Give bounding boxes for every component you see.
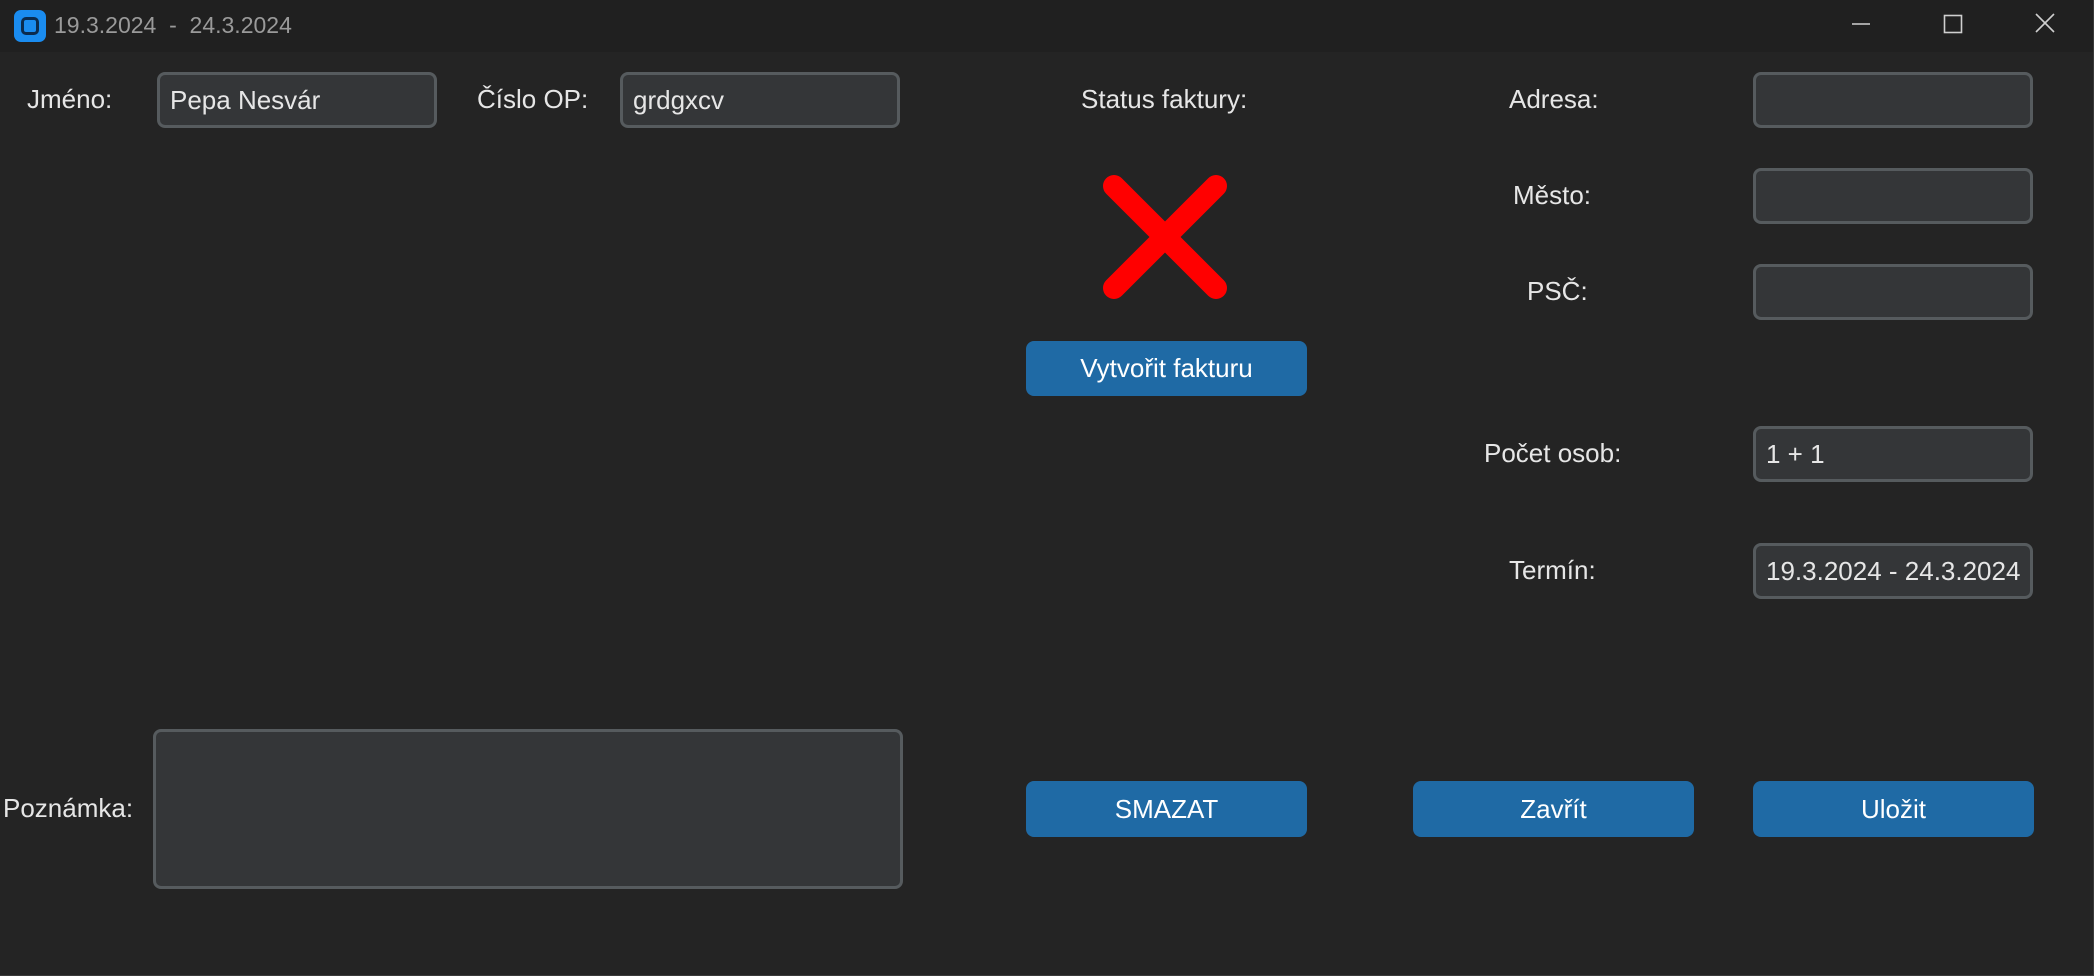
zip-field[interactable] bbox=[1753, 264, 2033, 320]
window-title: 19.3.2024 - 24.3.2024 bbox=[54, 12, 292, 38]
note-label: Poznámka: bbox=[3, 793, 134, 823]
minimize-button[interactable] bbox=[1815, 0, 1907, 48]
zip-label: PSČ: bbox=[1527, 276, 1588, 306]
invoice-status-label: Status faktury: bbox=[1081, 84, 1248, 114]
persons-field[interactable]: 1 + 1 bbox=[1753, 426, 2033, 482]
term-field[interactable]: 19.3.2024 - 24.3.2024 bbox=[1753, 543, 2033, 599]
city-label: Město: bbox=[1513, 180, 1592, 210]
close-icon bbox=[2035, 13, 2055, 33]
minimize-icon bbox=[1852, 23, 1870, 25]
maximize-button[interactable] bbox=[1907, 0, 1999, 48]
address-label: Adresa: bbox=[1509, 84, 1599, 114]
app-icon bbox=[14, 10, 46, 42]
close-window-button[interactable] bbox=[1999, 0, 2091, 48]
note-textbox[interactable] bbox=[153, 729, 903, 889]
red-x-icon bbox=[1103, 175, 1227, 299]
name-field[interactable]: Pepa Nesvár bbox=[157, 72, 437, 128]
persons-label: Počet osob: bbox=[1484, 438, 1622, 468]
id-card-field[interactable]: grdgxcv bbox=[620, 72, 900, 128]
id-card-label: Číslo OP: bbox=[477, 84, 589, 114]
app-window: 19.3.2024 - 24.3.2024 Jméno: Pepa Nesvár… bbox=[0, 0, 2094, 976]
create-invoice-button[interactable]: Vytvořit fakturu bbox=[1026, 341, 1307, 396]
city-field[interactable] bbox=[1753, 168, 2033, 224]
maximize-icon bbox=[1943, 14, 1963, 34]
save-button[interactable]: Uložit bbox=[1753, 781, 2034, 837]
close-button[interactable]: Zavřít bbox=[1413, 781, 1694, 837]
title-bar: 19.3.2024 - 24.3.2024 bbox=[0, 0, 2093, 52]
term-label: Termín: bbox=[1509, 555, 1596, 585]
delete-button[interactable]: SMAZAT bbox=[1026, 781, 1307, 837]
name-label: Jméno: bbox=[27, 84, 113, 114]
address-field[interactable] bbox=[1753, 72, 2033, 128]
